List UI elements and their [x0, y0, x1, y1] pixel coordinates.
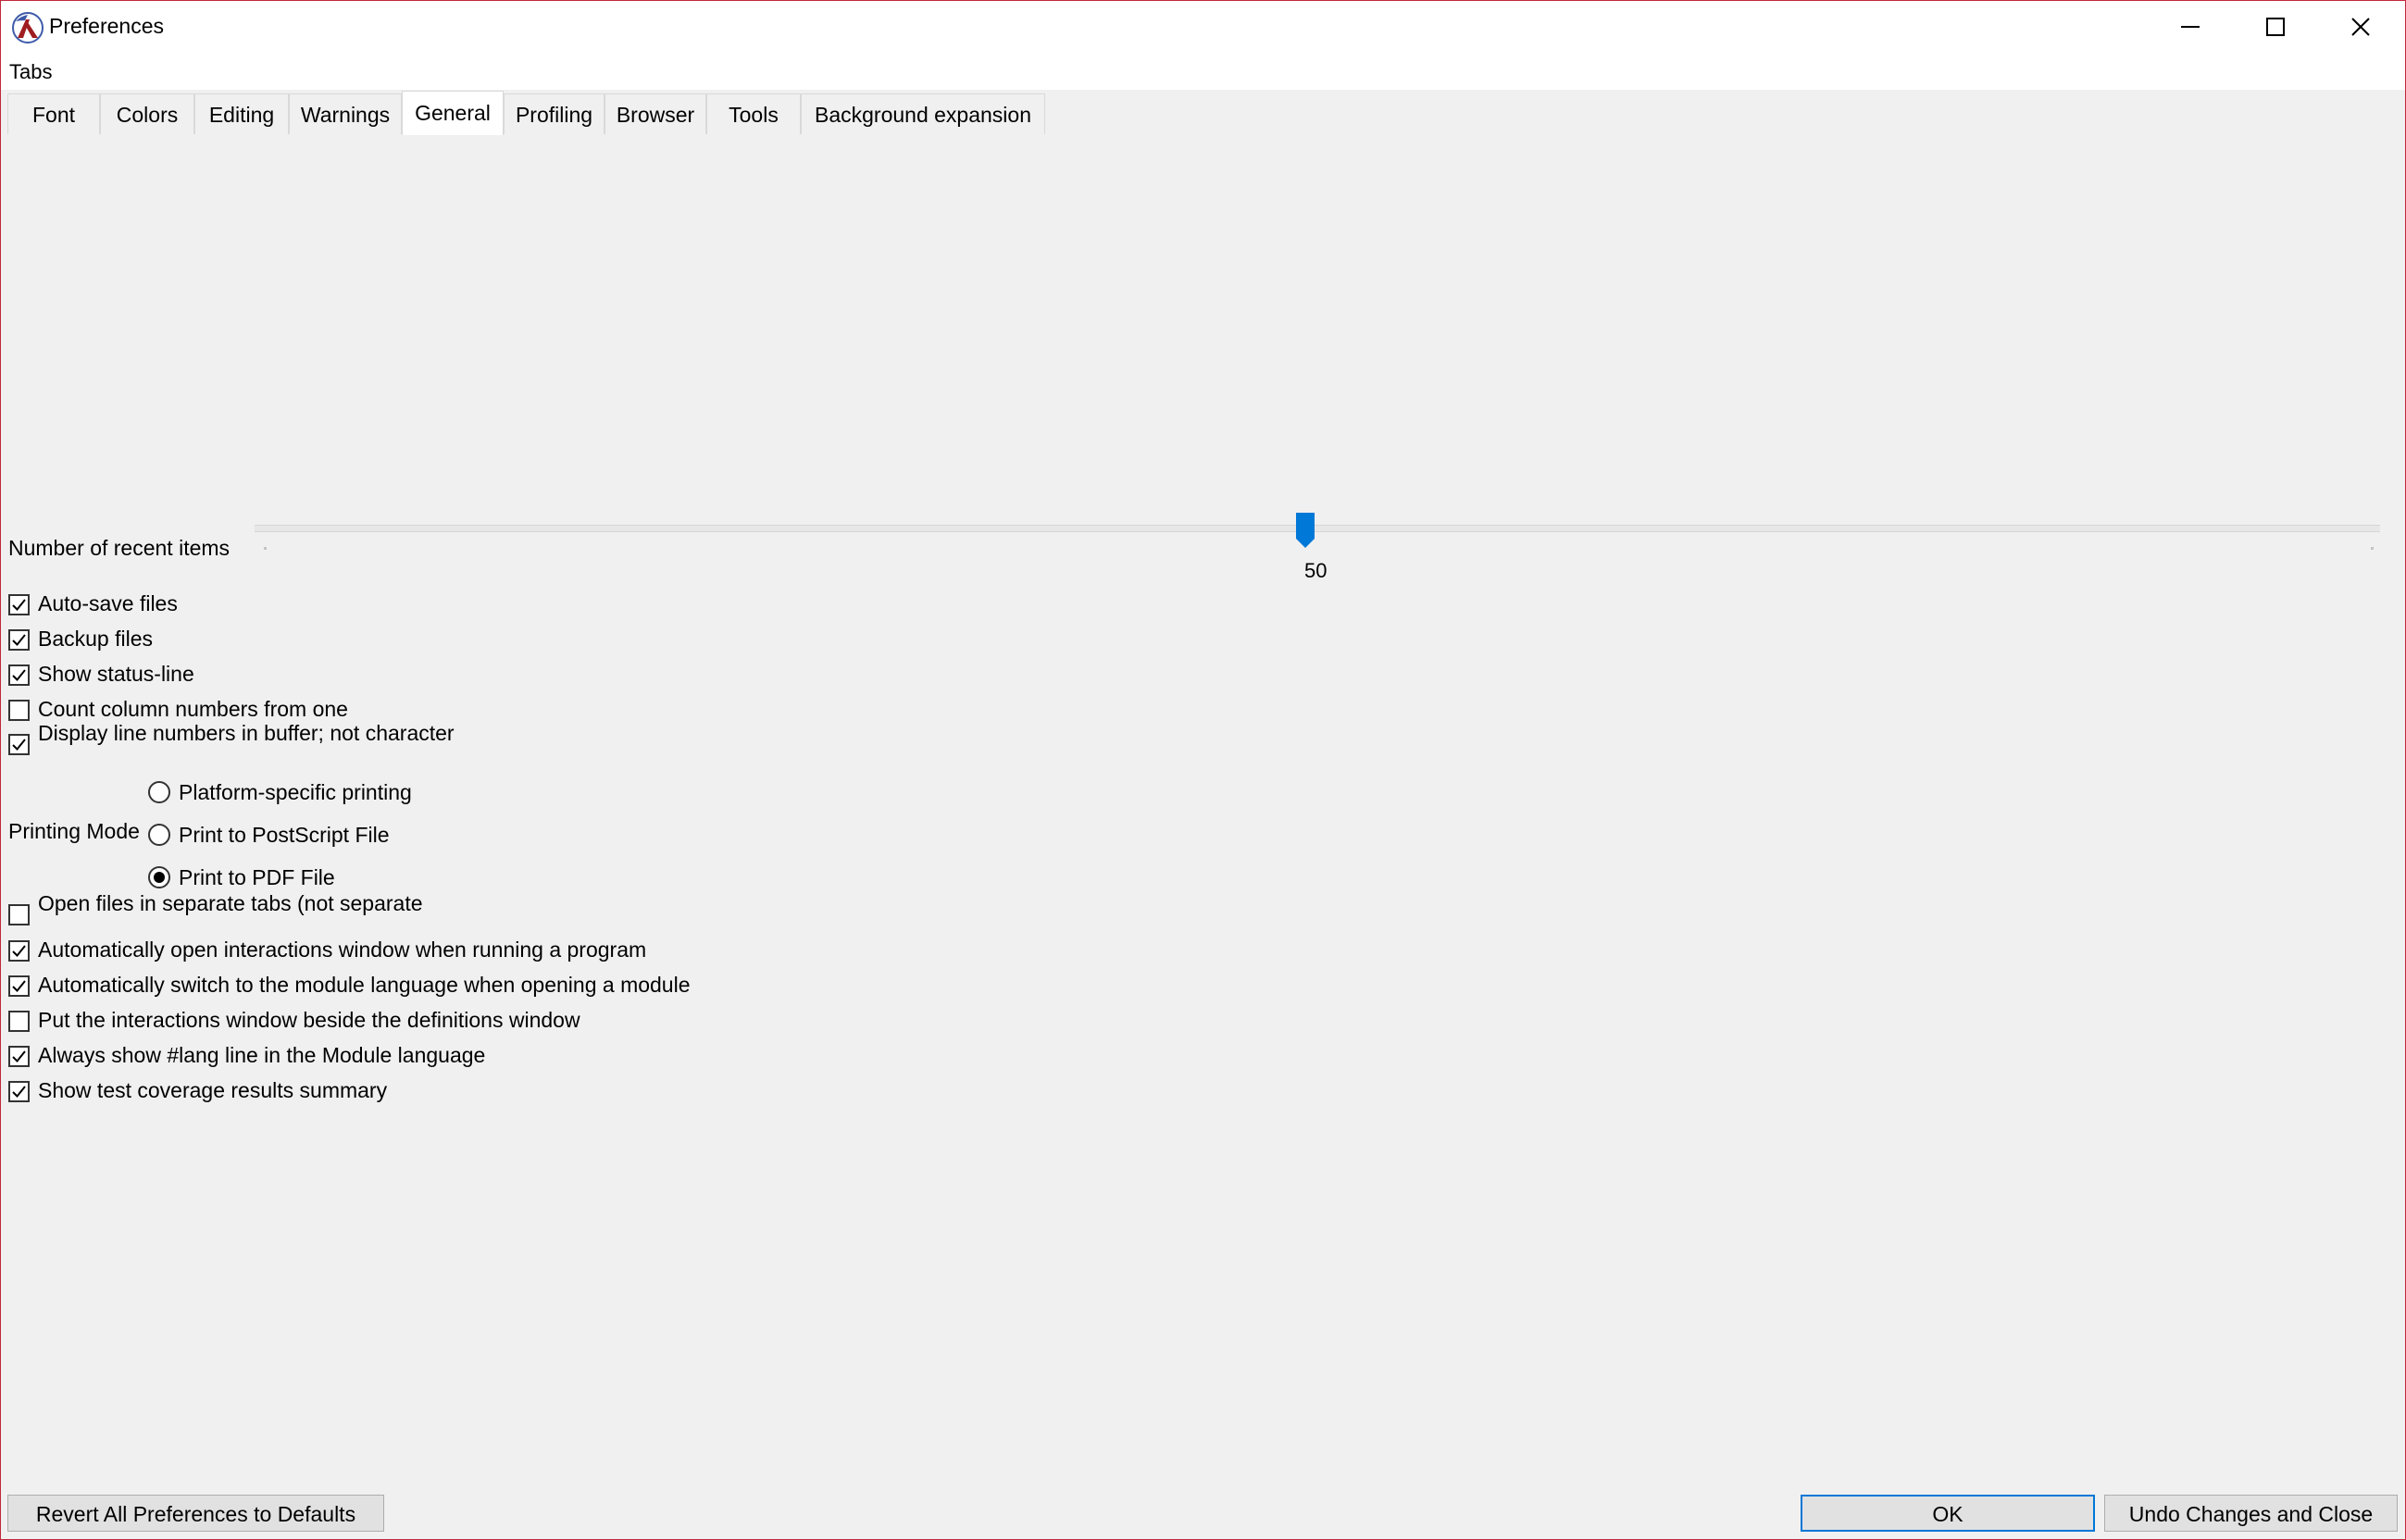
radio-button[interactable]: [148, 781, 170, 803]
radio-selected-dot: [154, 872, 165, 883]
checkbox[interactable]: [8, 940, 30, 962]
checkbox[interactable]: [8, 1011, 30, 1032]
minimize-button[interactable]: [2149, 1, 2234, 55]
checkbox-label[interactable]: Open files in separate tabs (not separat…: [38, 895, 482, 923]
tab-colors[interactable]: Colors: [100, 93, 194, 134]
checkmark-icon: [12, 634, 26, 646]
menu-bar: [1, 55, 2405, 90]
window-title: Preferences: [49, 14, 165, 38]
radio-label[interactable]: Print to PostScript File: [179, 823, 390, 848]
checkbox-label[interactable]: Automatically switch to the module langu…: [38, 973, 691, 998]
preferences-window: Preferences Tabs Font Colors Editing Warnin…: [0, 0, 2406, 1540]
close-icon: [2351, 18, 2370, 36]
slider-tick-min: [264, 547, 267, 550]
racket-logo-icon: [12, 12, 44, 43]
checkbox-label[interactable]: Show status-line: [38, 662, 194, 687]
undo-changes-close-button[interactable]: Undo Changes and Close: [2104, 1495, 2398, 1532]
checkbox-label[interactable]: Backup files: [38, 627, 153, 652]
checkmark-icon: [12, 739, 26, 751]
recent-items-slider-track[interactable]: [255, 525, 2380, 532]
radio-label[interactable]: Print to PDF File: [179, 865, 335, 890]
radio-button[interactable]: [148, 866, 170, 888]
checkbox-label-clip: Open files in separate tabs (not separat…: [38, 895, 482, 923]
checkbox[interactable]: [8, 700, 30, 721]
checkbox-label[interactable]: Show test coverage results summary: [38, 1078, 387, 1103]
radio-button[interactable]: [148, 824, 170, 846]
recent-items-slider-thumb[interactable]: [1295, 512, 1315, 549]
ok-button[interactable]: OK: [1801, 1495, 2095, 1532]
checkbox[interactable]: [8, 1046, 30, 1067]
checkbox-label[interactable]: Count column numbers from one: [38, 697, 348, 722]
checkbox[interactable]: [8, 904, 30, 925]
tab-tools[interactable]: Tools: [706, 93, 801, 134]
maximize-button[interactable]: [2234, 1, 2319, 55]
close-button[interactable]: [2319, 1, 2404, 55]
checkbox-label[interactable]: Always show #lang line in the Module lan…: [38, 1043, 485, 1068]
checkmark-icon: [12, 599, 26, 611]
slider-tick-max: [2371, 547, 2374, 550]
checkbox-label[interactable]: Display line numbers in buffer; not char…: [38, 725, 482, 752]
tab-background-expansion[interactable]: Background expansion: [801, 93, 1045, 134]
checkmark-icon: [12, 1086, 26, 1098]
checkbox[interactable]: [8, 629, 30, 651]
checkbox-label[interactable]: Put the interactions window beside the d…: [38, 1008, 580, 1033]
minimize-icon: [2181, 26, 2200, 28]
tab-browser[interactable]: Browser: [605, 93, 706, 134]
checkmark-icon: [12, 669, 26, 681]
tab-profiling[interactable]: Profiling: [504, 93, 605, 134]
tab-font[interactable]: Font: [7, 93, 100, 134]
revert-defaults-button[interactable]: Revert All Preferences to Defaults: [7, 1495, 384, 1532]
radio-label[interactable]: Platform-specific printing: [179, 780, 412, 805]
recent-items-label: Number of recent items: [8, 536, 231, 560]
checkbox[interactable]: [8, 594, 30, 615]
recent-items-value: 50: [1304, 559, 1328, 582]
maximize-icon: [2266, 18, 2285, 36]
checkmark-icon: [12, 980, 26, 992]
tab-editing[interactable]: Editing: [194, 93, 289, 134]
tab-warnings[interactable]: Warnings: [289, 93, 402, 134]
checkmark-icon: [12, 945, 26, 957]
checkbox-label-clip: Display line numbers in buffer; not char…: [38, 725, 482, 752]
tab-general[interactable]: General: [402, 91, 504, 135]
menu-tabs[interactable]: Tabs: [9, 60, 52, 84]
checkbox-label[interactable]: Automatically open interactions window w…: [38, 938, 646, 962]
checkbox-label[interactable]: Auto-save files: [38, 591, 178, 616]
title-bar: Preferences: [1, 1, 2405, 55]
checkbox[interactable]: [8, 664, 30, 686]
checkbox[interactable]: [8, 1081, 30, 1102]
printing-mode-label: Printing Mode: [8, 819, 140, 843]
checkbox[interactable]: [8, 734, 30, 755]
checkmark-icon: [12, 1050, 26, 1062]
checkbox[interactable]: [8, 975, 30, 997]
